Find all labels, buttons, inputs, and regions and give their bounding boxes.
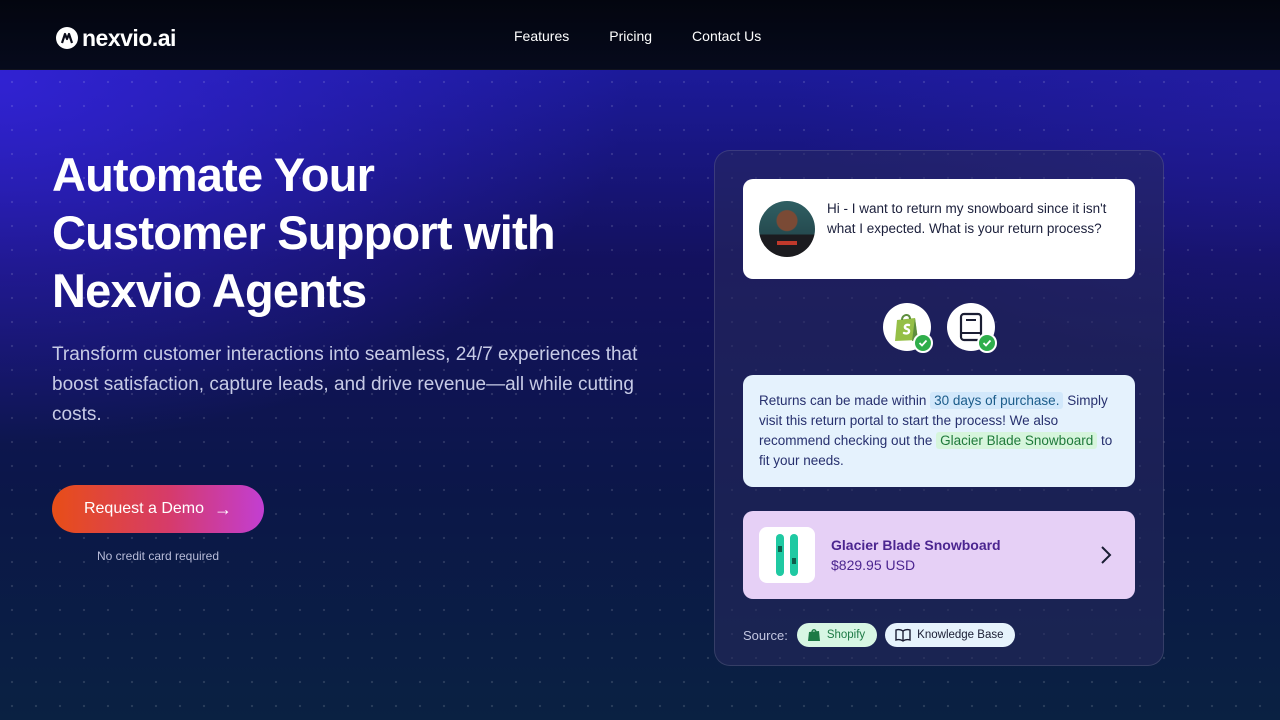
source-chip-label: Knowledge Base [917,629,1004,641]
highlight-product: Glacier Blade Snowboard [936,432,1098,449]
check-icon [977,333,997,353]
arrow-right-icon: → [214,498,233,519]
user-avatar [759,201,815,257]
agent-message-part: Returns can be made within [759,393,927,408]
logo-text: nexvio.ai [82,25,176,51]
highlight-return-window: 30 days of purchase. [930,392,1064,409]
source-icons-row [883,303,997,353]
avatar-shirt-print [777,241,797,245]
top-navigation: nexvio.ai Features Pricing Contact Us [0,0,1280,70]
sources-label: Source: [743,627,788,643]
open-book-icon [895,628,911,642]
chevron-right-icon[interactable] [1099,545,1113,570]
hero-title-line: Customer Support with [52,206,556,259]
agent-message-text: Returns can be made within 30 days of pu… [759,391,1119,471]
hero-title: Automate Your Customer Support with Nexv… [52,146,652,320]
user-message-bubble: Hi - I want to return my snowboard since… [743,179,1135,279]
knowledge-base-source-badge [947,303,997,353]
request-demo-label: Request a Demo [83,500,205,517]
hero-title-line: Nexvio Agents [52,264,367,317]
source-chip-shopify[interactable]: Shopify [796,623,878,647]
check-icon [913,333,933,353]
nav-link-features[interactable]: Features [514,27,569,45]
shopify-bag-icon [807,629,820,641]
user-message-text: Hi - I want to return my snowboard since… [827,201,1107,236]
product-name: Glacier Blade Snowboard [831,537,1001,553]
product-price: $829.95 USD [831,557,916,573]
agent-message-bubble: Returns can be made within 30 days of pu… [743,375,1135,487]
sources-row: Source: Shopify Knowledge Base [743,623,1016,647]
no-credit-card-note: No credit card required [96,549,220,563]
nav-link-pricing[interactable]: Pricing [609,27,652,45]
shopify-source-badge [883,303,933,353]
request-demo-button[interactable]: Request a Demo → [52,485,264,533]
hero-title-line: Automate Your [52,148,375,201]
snowboard-thumbnail [759,527,815,583]
hero-subtitle: Transform customer interactions into sea… [52,344,638,425]
nav-link-contact-us[interactable]: Contact Us [692,27,761,45]
source-chip-knowledge-base[interactable]: Knowledge Base [885,623,1016,647]
nav-links: Features Pricing Contact Us [514,27,761,45]
product-card[interactable]: Glacier Blade Snowboard $829.95 USD [743,511,1135,599]
source-chip-label: Shopify [826,629,866,641]
logo[interactable]: nexvio.ai [56,24,176,52]
logo-mark-icon [56,27,78,49]
